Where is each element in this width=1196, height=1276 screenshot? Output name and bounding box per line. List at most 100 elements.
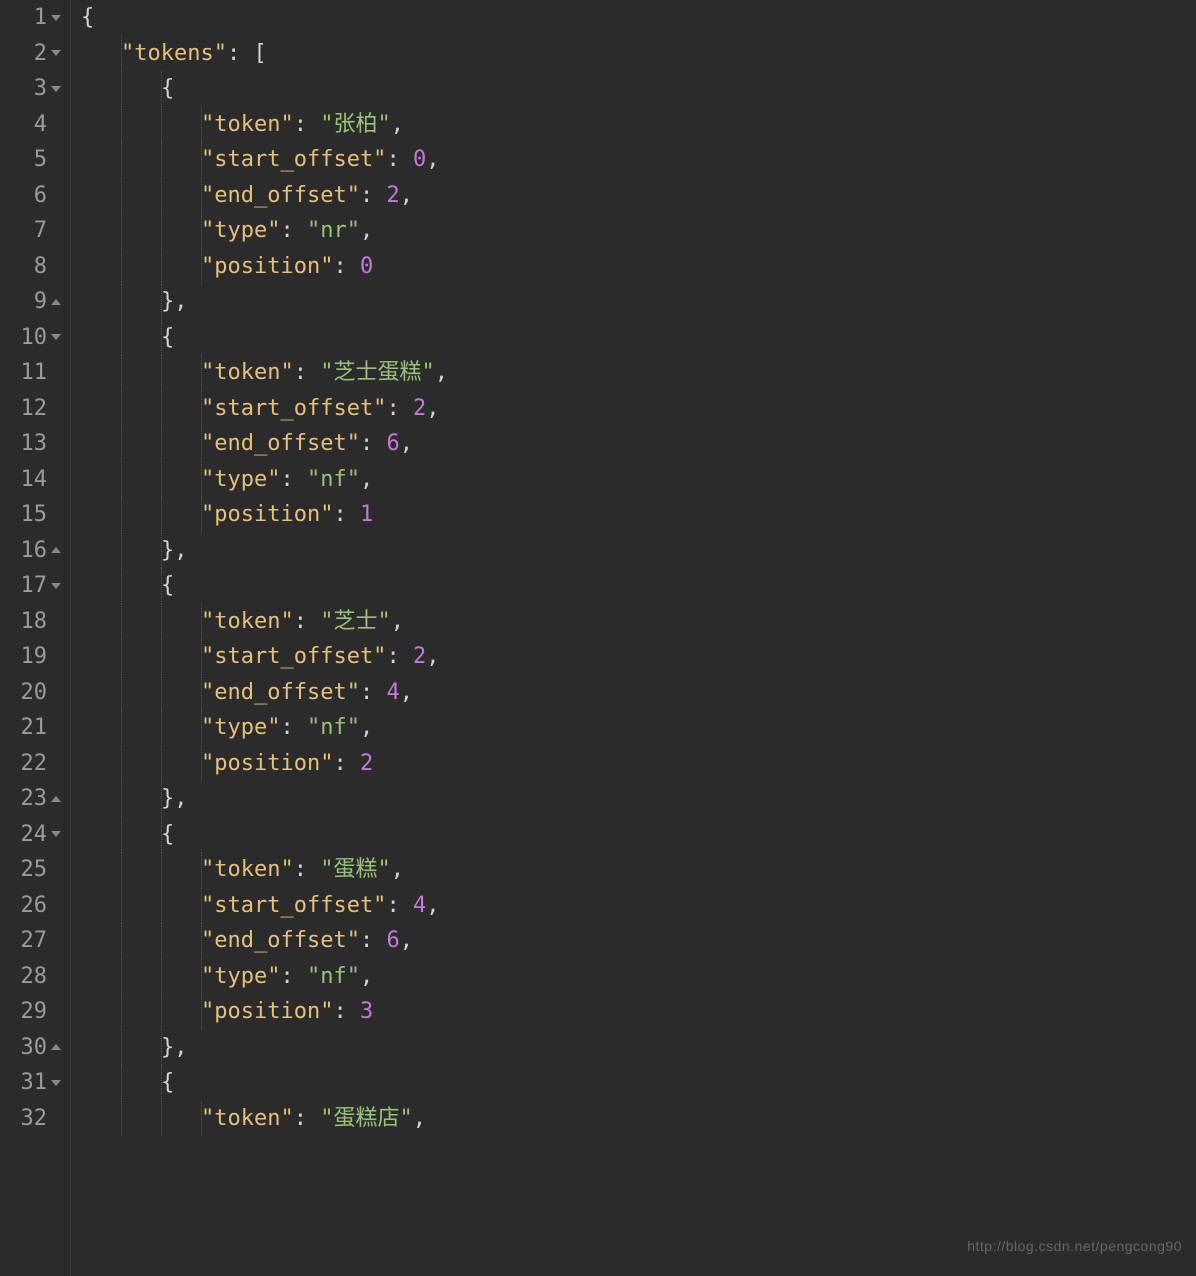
fold-placeholder [50,402,62,414]
gutter-line: 21 [0,710,62,746]
indent-guide [201,178,241,214]
indent-guide [201,462,241,498]
code-line[interactable]: "type": "nr", [81,213,1196,249]
line-number: 22 [21,746,48,782]
indent-guide [161,781,201,817]
token-punct: , [435,360,448,385]
fold-open-icon[interactable] [50,331,62,343]
line-number: 21 [21,710,48,746]
fold-placeholder [50,615,62,627]
line-number: 10 [21,320,48,356]
gutter-line: 2 [0,36,62,72]
indent-guide [121,1101,161,1137]
line-number: 8 [34,249,47,285]
code-line[interactable]: "type": "nf", [81,462,1196,498]
token-punct: : [294,857,321,882]
fold-close-icon[interactable] [50,296,62,308]
indent-guide [201,213,241,249]
code-line[interactable]: }, [81,781,1196,817]
indent-guide [161,923,201,959]
gutter-line: 9 [0,284,62,320]
code-content[interactable]: {"tokens": [{"token": "张柏","start_offset… [70,0,1196,1276]
token-num: 2 [386,183,399,208]
fold-open-icon[interactable] [50,828,62,840]
code-line[interactable]: { [81,71,1196,107]
code-line[interactable]: "token": "芝士蛋糕", [81,355,1196,391]
gutter-line: 30 [0,1030,62,1066]
code-line[interactable]: "start_offset": 2, [81,639,1196,675]
code-line[interactable]: }, [81,284,1196,320]
fold-open-icon[interactable] [50,47,62,59]
token-punct: : [360,928,387,953]
token-punct: : [333,254,360,279]
token-punct: : [360,680,387,705]
line-number: 14 [21,462,48,498]
token-str: "蛋糕" [320,857,391,882]
code-line[interactable]: "tokens": [ [81,36,1196,72]
code-line[interactable]: "end_offset": 4, [81,675,1196,711]
code-line[interactable]: "position": 3 [81,994,1196,1030]
code-line[interactable]: "token": "芝士", [81,604,1196,640]
token-punct: : [386,893,413,918]
token-punct: , [400,928,413,953]
code-editor[interactable]: 1234567891011121314151617181920212223242… [0,0,1196,1276]
token-str: "nf" [307,467,360,492]
indent-guide [121,1030,161,1066]
fold-open-icon[interactable] [50,12,62,24]
token-punct: , [426,396,439,421]
indent-guide [161,355,201,391]
token-punct: : [333,502,360,527]
gutter-line: 24 [0,817,62,853]
indent-guide [121,497,161,533]
fold-placeholder [50,686,62,698]
indent-guide [121,284,161,320]
fold-placeholder [50,899,62,911]
token-punct: , [400,431,413,456]
indent-guide [161,178,201,214]
fold-open-icon[interactable] [50,83,62,95]
code-line[interactable]: "position": 0 [81,249,1196,285]
fold-open-icon[interactable] [50,580,62,592]
code-line[interactable]: }, [81,1030,1196,1066]
indent-guide [121,852,161,888]
code-line[interactable]: "start_offset": 4, [81,888,1196,924]
code-line[interactable]: "end_offset": 6, [81,923,1196,959]
code-line[interactable]: { [81,1065,1196,1101]
code-line[interactable]: "position": 1 [81,497,1196,533]
code-line[interactable]: { [81,320,1196,356]
fold-placeholder [50,118,62,130]
code-line[interactable]: "start_offset": 0, [81,142,1196,178]
indent-guide [161,1030,201,1066]
code-line[interactable]: "position": 2 [81,746,1196,782]
code-line[interactable]: "end_offset": 6, [81,426,1196,462]
line-number: 15 [21,497,48,533]
gutter-line: 8 [0,249,62,285]
fold-close-icon[interactable] [50,1041,62,1053]
code-line[interactable]: "token": "蛋糕店", [81,1101,1196,1137]
code-line[interactable]: "token": "蛋糕", [81,852,1196,888]
line-number: 13 [21,426,48,462]
indent-guide [121,249,161,285]
fold-open-icon[interactable] [50,1077,62,1089]
indent-guide [201,107,241,143]
code-line[interactable]: "type": "nf", [81,959,1196,995]
line-number: 6 [34,178,47,214]
code-line[interactable]: "type": "nf", [81,710,1196,746]
code-line[interactable]: }, [81,533,1196,569]
indent-guide [161,888,201,924]
token-punct: , [426,644,439,669]
indent-guide [121,639,161,675]
code-line[interactable]: "end_offset": 2, [81,178,1196,214]
watermark-text: http://blog.csdn.net/pengcong90 [967,1229,1182,1265]
line-number-gutter: 1234567891011121314151617181920212223242… [0,0,70,1276]
token-num: 3 [360,999,373,1024]
code-line[interactable]: { [81,568,1196,604]
fold-close-icon[interactable] [50,544,62,556]
code-line[interactable]: { [81,0,1196,36]
fold-close-icon[interactable] [50,793,62,805]
token-punct: : [386,396,413,421]
code-line[interactable]: { [81,817,1196,853]
code-line[interactable]: "start_offset": 2, [81,391,1196,427]
code-line[interactable]: "token": "张柏", [81,107,1196,143]
indent-guide [201,497,241,533]
